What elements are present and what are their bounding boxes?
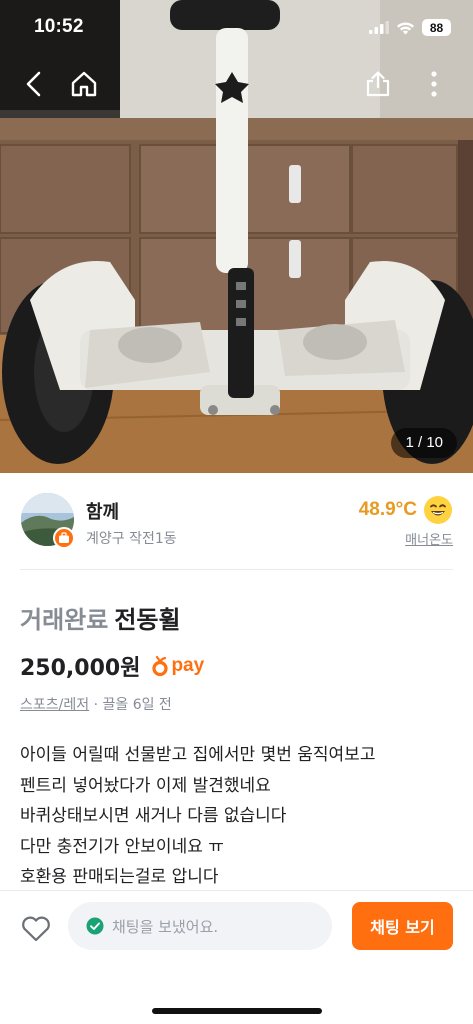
- carrot-pay-icon: [152, 655, 169, 677]
- home-icon: [71, 71, 97, 97]
- category-link[interactable]: 스포츠/레저: [20, 697, 89, 713]
- seller-profile[interactable]: 함께 계양구 작전1동 48.9°C 매너온도: [0, 473, 473, 569]
- battery-indicator: 88: [422, 19, 451, 36]
- product-photo-area[interactable]: 10:52 88 1 / 10: [0, 0, 473, 473]
- more-options-button[interactable]: [414, 64, 454, 104]
- cellular-signal-icon: [369, 21, 389, 34]
- chevron-left-icon: [26, 71, 41, 97]
- listing-description: 아이들 어릴때 선물받고 집에서만 몇번 움직여보고 펜트리 넣어놨다가 이제 …: [20, 740, 453, 893]
- price-row: 250,000원 pay: [20, 650, 204, 682]
- check-circle-icon: [86, 917, 104, 935]
- seller-location: 계양구 작전1동: [86, 531, 177, 547]
- heart-icon[interactable]: [19, 911, 53, 945]
- chat-status-field[interactable]: 채팅을 보냈어요.: [68, 902, 332, 950]
- home-button[interactable]: [64, 64, 104, 104]
- description-line: 호환용 판매되는걸로 압니다: [20, 867, 219, 887]
- status-bar: 10:52 88: [0, 0, 473, 58]
- seller-name[interactable]: 함께: [86, 498, 119, 524]
- suitcase-icon: [59, 532, 69, 543]
- item-title: 전동휠: [114, 606, 181, 634]
- manner-temperature-label[interactable]: 매너온도: [405, 529, 453, 548]
- status-icons: 88: [369, 19, 451, 36]
- manner-temperature[interactable]: 48.9°C: [359, 495, 453, 525]
- share-icon: [366, 71, 390, 97]
- pay-label: pay: [171, 655, 205, 676]
- status-time: 10:52: [34, 16, 84, 37]
- section-divider: [20, 569, 453, 570]
- bump-time: 끌올 6일 전: [102, 697, 172, 713]
- listing-title: 거래완료 전동휠: [20, 600, 181, 635]
- description-line: 다만 충전기가 안보이네요 ㅠ: [20, 836, 224, 857]
- smiling-face-icon: [424, 496, 452, 524]
- back-button[interactable]: [14, 64, 54, 104]
- chat-status-text: 채팅을 보냈어요.: [112, 917, 219, 936]
- wifi-icon: [397, 21, 414, 34]
- bottom-action-bar: 채팅을 보냈어요. 채팅 보기: [0, 890, 473, 1024]
- more-vertical-icon: [431, 71, 437, 97]
- description-line: 바퀴상태보시면 새거나 다름 없습니다: [20, 806, 287, 826]
- home-indicator: [152, 1008, 322, 1014]
- photo-counter: 1 / 10: [391, 428, 457, 458]
- view-chat-button[interactable]: 채팅 보기: [352, 902, 453, 950]
- manner-temperature-value: 48.9°C: [358, 499, 417, 520]
- share-button[interactable]: [358, 64, 398, 104]
- deal-status: 거래완료: [20, 606, 109, 634]
- top-navigation: [0, 60, 473, 108]
- listing-meta: 스포츠/레저 · 끌올 6일 전: [20, 694, 172, 714]
- price: 250,000원: [20, 656, 141, 681]
- level-badge: [53, 527, 75, 549]
- description-line: 아이들 어릴때 선물받고 집에서만 몇번 움직여보고: [20, 745, 376, 765]
- description-line: 펜트리 넣어놨다가 이제 발견했네요: [20, 775, 271, 796]
- karrot-pay-badge: pay: [152, 655, 204, 677]
